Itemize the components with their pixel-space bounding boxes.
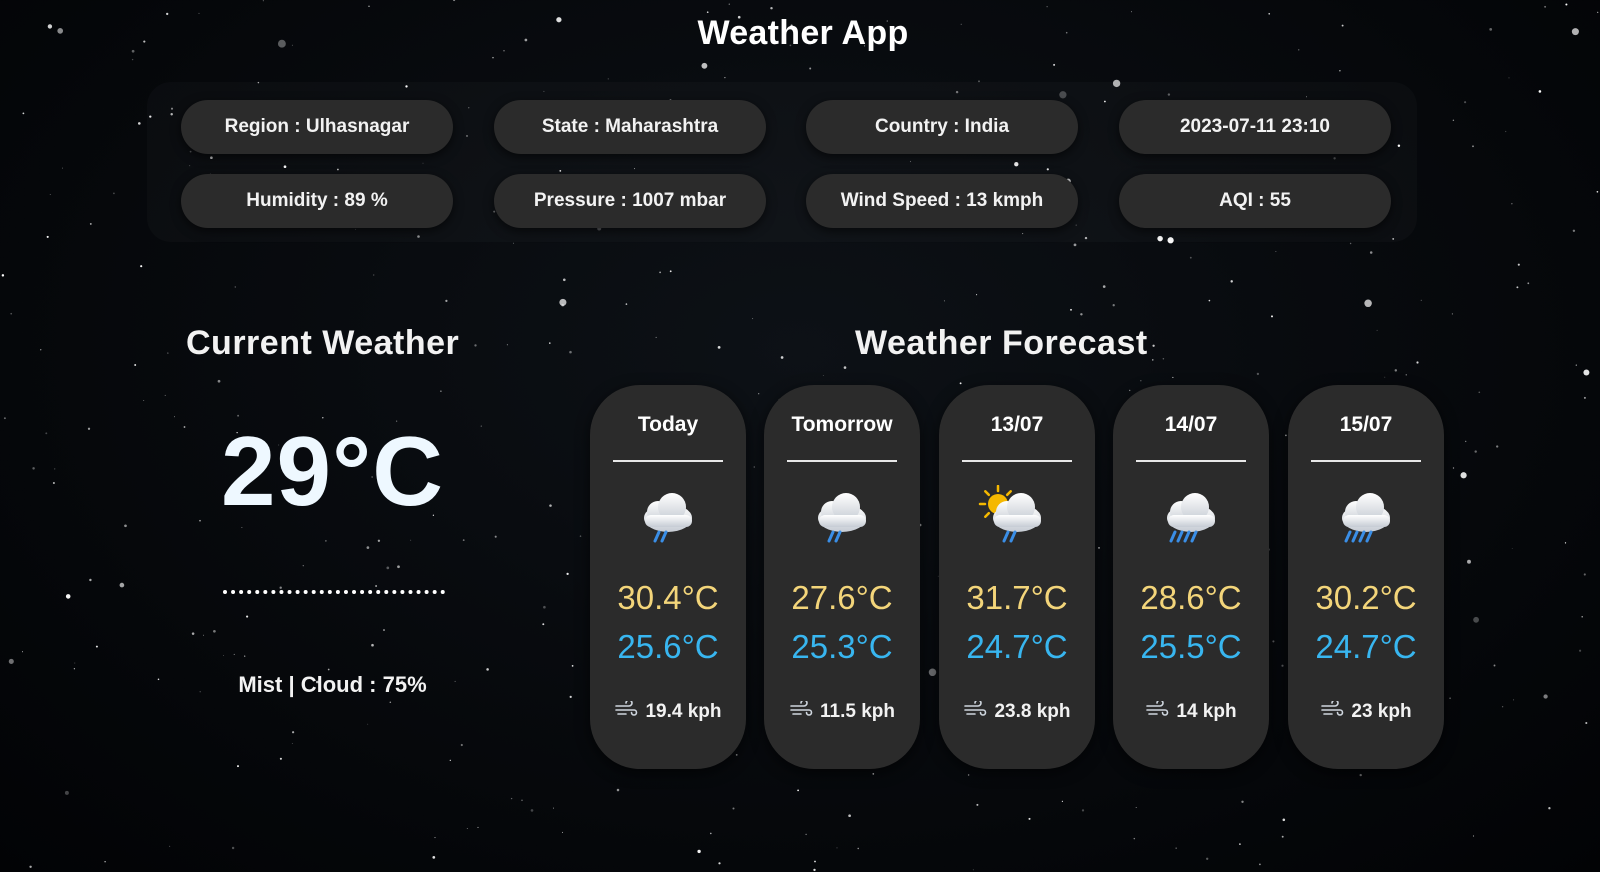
forecast-divider (787, 460, 897, 462)
forecast-divider (962, 460, 1072, 462)
dotted-divider (223, 590, 445, 594)
forecast-max-temp: 30.4°C (617, 579, 719, 616)
forecast-card: 14/07 28.6°C 25.5°C 14 kph (1113, 385, 1269, 769)
current-condition: Mist | Cloud : 75% (238, 672, 427, 697)
forecast-max-temp: 28.6°C (1140, 579, 1242, 616)
aqi-pill: AQI : 55 (1119, 174, 1391, 228)
forecast-max-temp: 27.6°C (791, 579, 893, 616)
forecast-min-temp: 25.5°C (1140, 628, 1242, 665)
country-pill: Country : India (806, 100, 1078, 154)
wind-icon (1320, 699, 1344, 723)
weather-forecast-heading: Weather Forecast (855, 324, 1148, 362)
light-rain-cloud-icon (818, 493, 866, 543)
current-weather-heading: Current Weather (186, 324, 460, 362)
forecast-divider (613, 460, 723, 462)
forecast-min-temp: 24.7°C (966, 628, 1068, 665)
heavy-rain-cloud-icon (1167, 493, 1215, 543)
light-rain-cloud-icon (644, 493, 692, 543)
heavy-rain-cloud-icon (1342, 493, 1390, 543)
forecast-divider (1311, 460, 1421, 462)
forecast-card: 15/07 30.2°C 24.7°C 23 kph (1288, 385, 1444, 769)
forecast-wind-value: 23 kph (1351, 701, 1412, 722)
forecast-wind: 19.4 kph (590, 699, 746, 723)
forecast-day-label: 15/07 (1339, 413, 1393, 436)
forecast-wind-value: 14 kph (1176, 701, 1237, 722)
forecast-max-temp: 30.2°C (1315, 579, 1417, 616)
datetime-pill: 2023-07-11 23:10 (1119, 100, 1391, 154)
wind-icon (963, 699, 987, 723)
wind-icon (789, 699, 813, 723)
forecast-wind: 23.8 kph (939, 699, 1095, 723)
forecast-min-temp: 25.3°C (791, 628, 893, 665)
current-temperature: 29°C (221, 416, 444, 526)
wind-speed-pill: Wind Speed : 13 kmph (806, 174, 1078, 228)
humidity-pill: Humidity : 89 % (181, 174, 453, 228)
forecast-wind-value: 19.4 kph (645, 701, 722, 722)
app-title: Weather App (697, 14, 909, 52)
forecast-min-temp: 24.7°C (1315, 628, 1417, 665)
sun-cloud-rain-icon (978, 485, 1041, 543)
region-pill: Region : Ulhasnagar (181, 100, 453, 154)
wind-icon (614, 699, 638, 723)
forecast-card: Today 30.4°C 25.6°C 19.4 kph (590, 385, 746, 769)
state-pill: State : Maharashtra (494, 100, 766, 154)
forecast-divider (1136, 460, 1246, 462)
forecast-wind-value: 11.5 kph (820, 701, 895, 722)
forecast-day-label: 14/07 (1164, 413, 1218, 436)
forecast-wind-value: 23.8 kph (994, 701, 1071, 722)
forecast-day-label: Today (637, 413, 699, 436)
forecast-wind: 14 kph (1113, 699, 1269, 723)
pressure-pill: Pressure : 1007 mbar (494, 174, 766, 228)
forecast-card: 13/07 31.7°C 24.7°C 23.8 kph (939, 385, 1095, 769)
forecast-card: Tomorrow 27.6°C 25.3°C 11.5 kph (764, 385, 920, 769)
forecast-wind: 23 kph (1288, 699, 1444, 723)
forecast-wind: 11.5 kph (764, 699, 920, 723)
forecast-min-temp: 25.6°C (617, 628, 719, 665)
forecast-day-label: Tomorrow (791, 413, 893, 436)
forecast-max-temp: 31.7°C (966, 579, 1068, 616)
wind-icon (1145, 699, 1169, 723)
forecast-day-label: 13/07 (990, 413, 1044, 436)
